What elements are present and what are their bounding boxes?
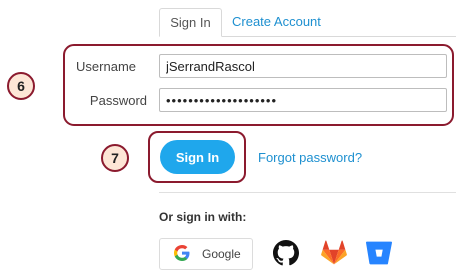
username-field[interactable] [159, 54, 447, 78]
bitbucket-icon[interactable] [366, 240, 394, 268]
password-field[interactable] [159, 88, 447, 112]
step-badge-6: 6 [7, 72, 35, 100]
step-badge-7: 7 [101, 144, 129, 172]
tab-create-account[interactable]: Create Account [232, 8, 321, 36]
gitlab-icon[interactable] [321, 240, 349, 268]
google-sign-in-button[interactable]: Google [159, 238, 253, 270]
social-heading: Or sign in with: [159, 210, 247, 224]
google-label: Google [202, 247, 241, 261]
tab-sign-in[interactable]: Sign In [159, 8, 222, 37]
password-label: Password [89, 93, 147, 108]
forgot-password-link[interactable]: Forgot password? [258, 150, 362, 165]
google-icon [174, 245, 190, 266]
username-label: Username [76, 59, 136, 74]
section-divider [159, 192, 456, 193]
github-icon[interactable] [273, 240, 301, 268]
sign-in-button[interactable]: Sign In [160, 140, 235, 174]
